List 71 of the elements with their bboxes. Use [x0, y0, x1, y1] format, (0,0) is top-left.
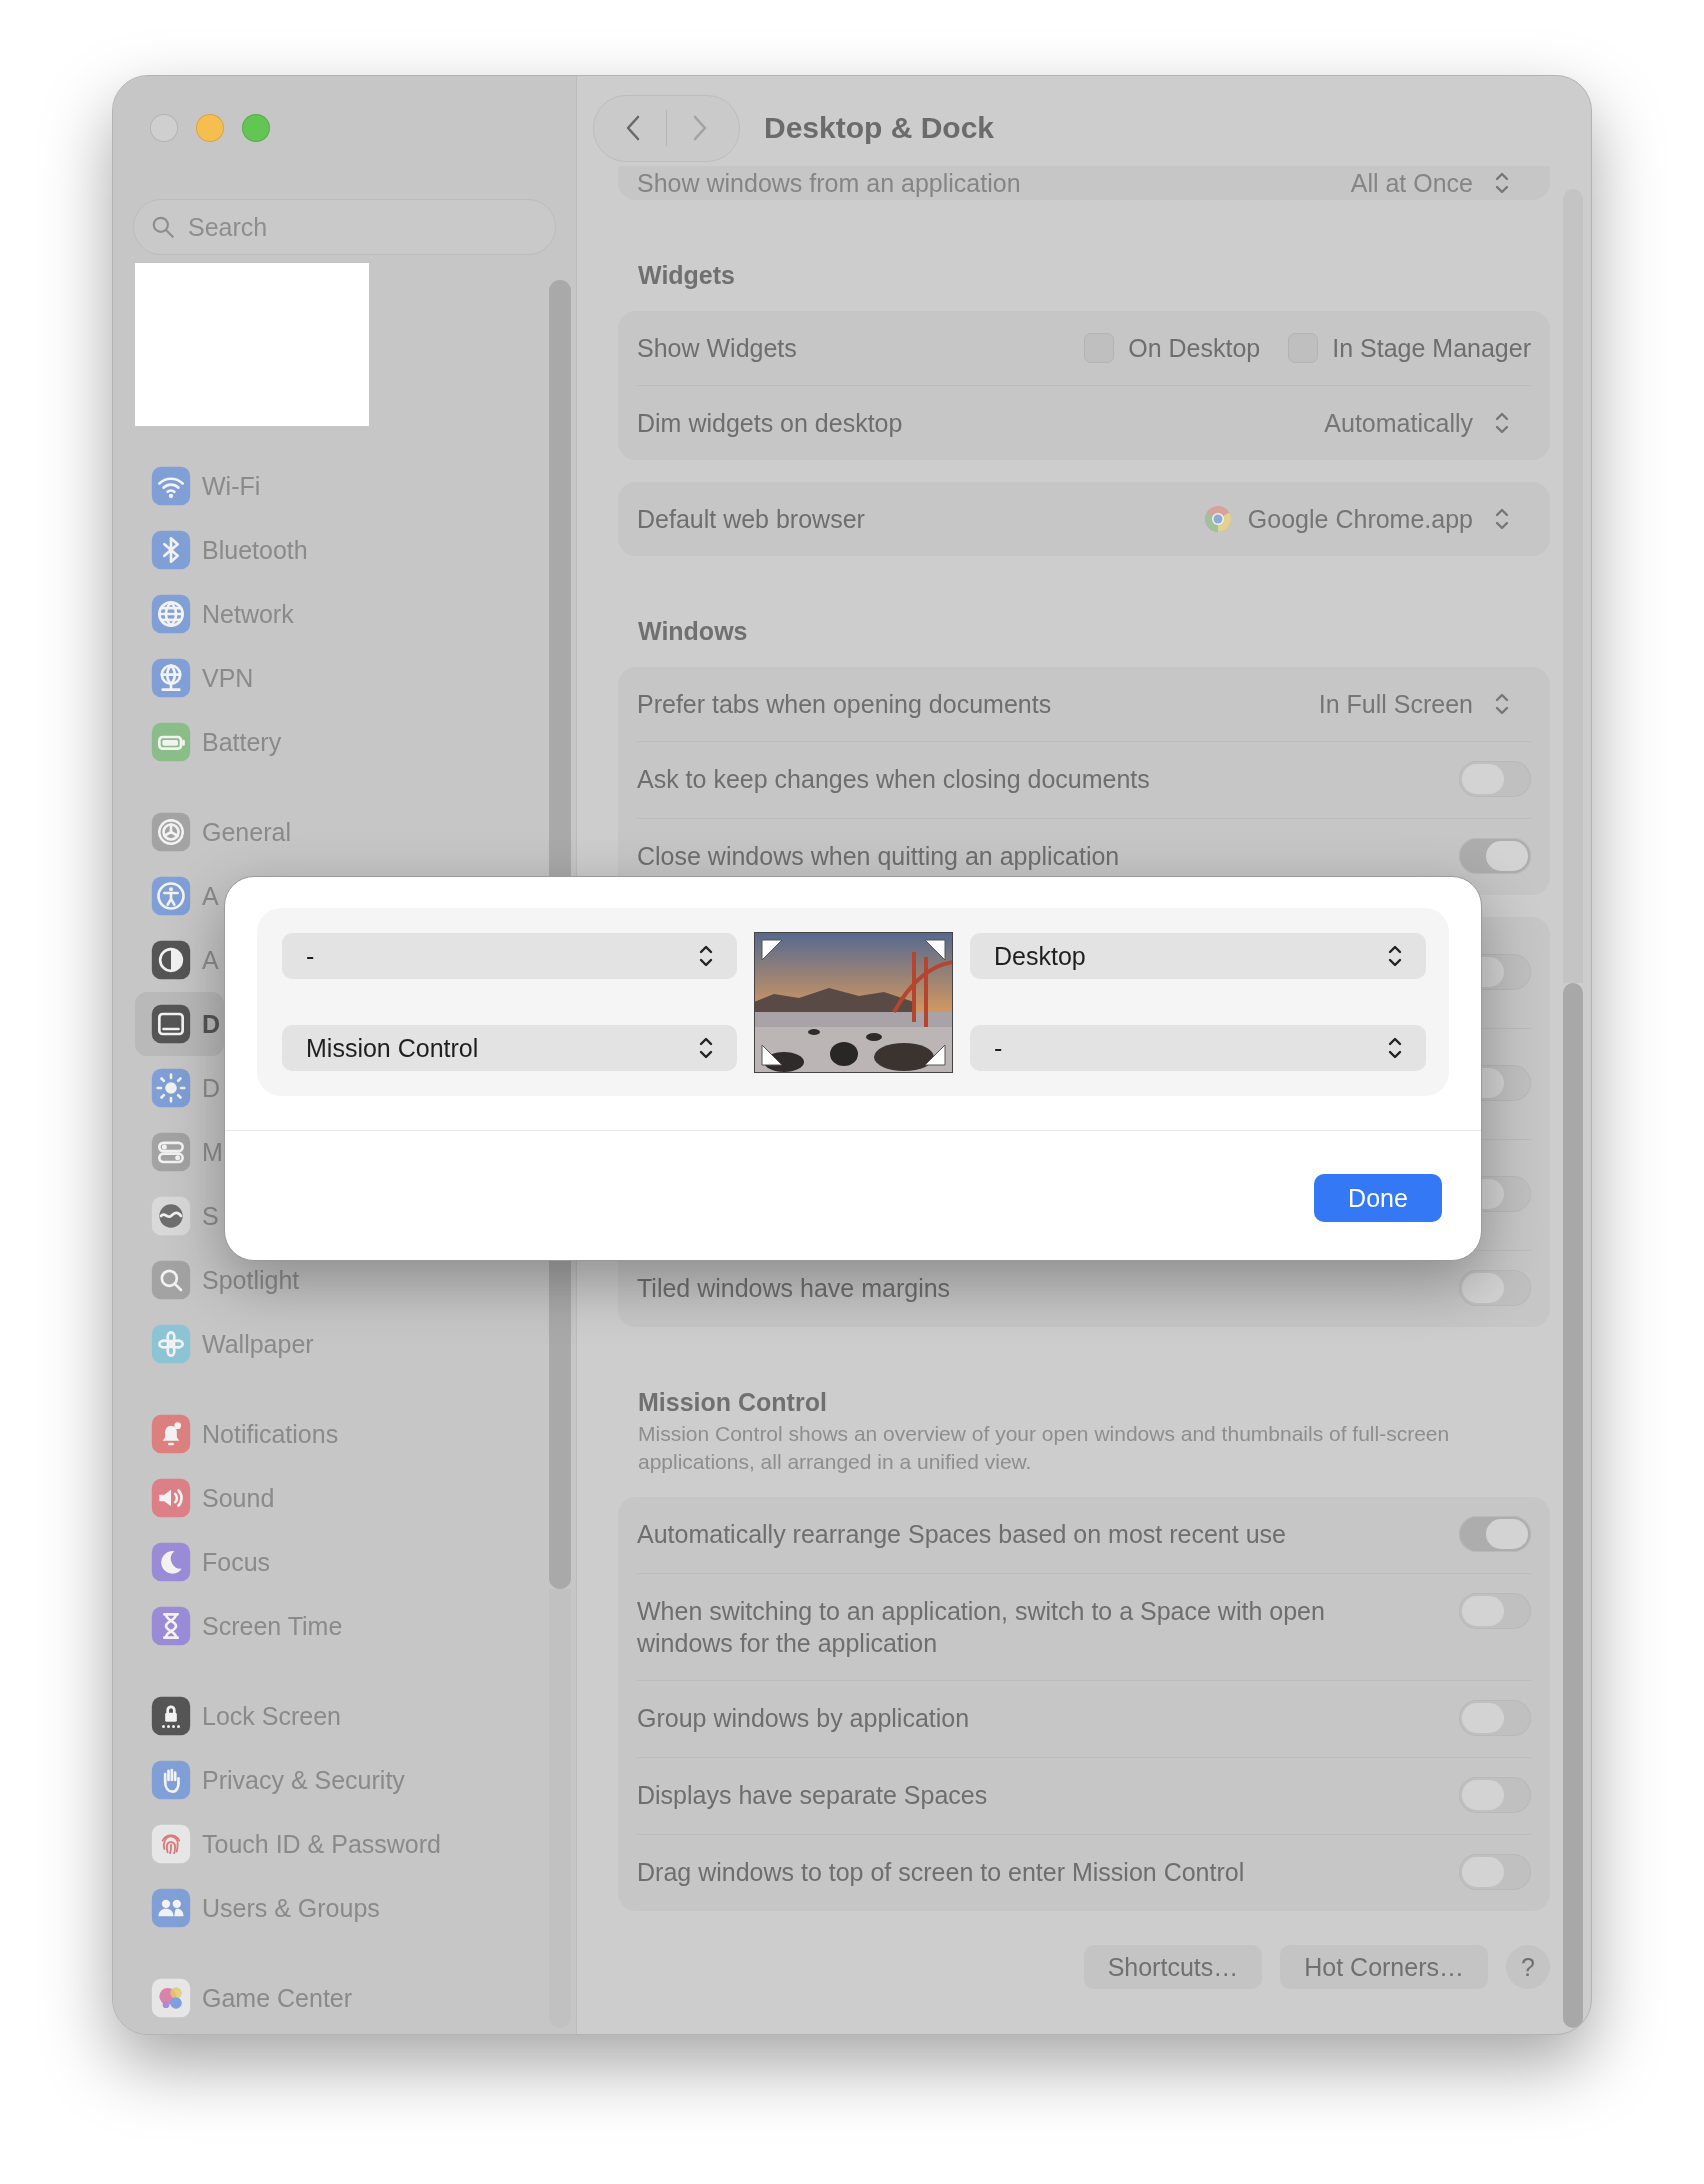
done-button[interactable]: Done: [1314, 1174, 1442, 1222]
push-button[interactable]: Hot Corners…: [1280, 1945, 1488, 1989]
setting-label: Drag windows to top of screen to enter Mission Control: [637, 1857, 1246, 1888]
sidebar-item[interactable]: S: [135, 1184, 223, 1248]
corner-action-popup[interactable]: Mission Control: [282, 1025, 737, 1071]
search-field[interactable]: Search: [133, 199, 556, 255]
corner-marker-icon: [924, 938, 946, 961]
sidebar-item[interactable]: Lock Screen: [135, 1684, 345, 1748]
sidebar-item[interactable]: D: [135, 992, 225, 1056]
toggle-switch[interactable]: [1459, 761, 1531, 797]
toggle-switch[interactable]: [1459, 1777, 1531, 1813]
corner-action-popup[interactable]: -: [282, 933, 737, 979]
window-title: Desktop & Dock: [764, 111, 995, 145]
checkbox-label: In Stage Manager: [1332, 333, 1531, 364]
section-title: Mission Control: [638, 1387, 828, 1417]
search-icon: [150, 214, 176, 240]
sidebar-item[interactable]: VPN: [135, 646, 258, 710]
toggle-switch[interactable]: [1459, 1270, 1531, 1306]
sidebar-item[interactable]: Users & Groups: [135, 1876, 384, 1940]
browser-icon: [1203, 505, 1232, 533]
corner-marker-icon: [761, 1043, 783, 1066]
sidebar-item[interactable]: Focus: [135, 1530, 275, 1594]
setting-label: Group windows by application: [637, 1703, 971, 1734]
zoom-window-button[interactable]: [242, 114, 270, 142]
popup-button[interactable]: All at Once: [1350, 167, 1515, 199]
toggle-switch[interactable]: [1459, 838, 1531, 874]
corner-marker-icon: [761, 938, 783, 961]
popup-button[interactable]: In Full Screen: [1318, 688, 1515, 720]
sidebar-item[interactable]: Battery: [135, 710, 286, 774]
sidebar-item[interactable]: Network: [135, 582, 298, 646]
setting-label: Show Widgets: [637, 333, 798, 364]
setting-label: Prefer tabs when opening documents: [637, 689, 1053, 720]
setting-label: Automatically rearrange Spaces based on most recent use: [637, 1519, 1287, 1550]
setting-label: Tiled windows have margins: [637, 1273, 952, 1304]
sidebar-item[interactable]: Sound: [135, 1466, 279, 1530]
corner-marker-icon: [924, 1043, 946, 1066]
help-button[interactable]: ?: [1506, 1945, 1550, 1989]
setting-label: When switching to an application, switch to a Space with open windows for the application: [637, 1596, 1326, 1659]
checkbox-label: On Desktop: [1128, 333, 1261, 364]
setting-label: Displays have separate Spaces: [637, 1780, 989, 1811]
setting-label: Dim widgets on desktop: [637, 408, 904, 439]
setting-label: Default web browser: [637, 504, 866, 535]
push-button[interactable]: Shortcuts…: [1083, 1945, 1263, 1989]
setting-label: Ask to keep changes when closing documents: [637, 764, 1151, 795]
toggle-switch[interactable]: [1459, 1854, 1531, 1890]
setting-label: Show windows from an application: [637, 168, 1022, 199]
sidebar-item[interactable]: Notifications: [135, 1402, 343, 1466]
sidebar-item[interactable]: Wi-Fi: [135, 454, 265, 518]
section-description: Mission Control shows an overview of your open windows and thumbnails of full-screen applications, all arranged in a unified view.: [638, 1421, 1451, 1475]
sidebar-item[interactable]: Privacy & Security: [135, 1748, 409, 1812]
toggle-switch[interactable]: [1459, 1700, 1531, 1736]
sidebar-item[interactable]: A: [135, 928, 223, 992]
scrollbar-thumb[interactable]: [1563, 983, 1583, 2028]
toggle-switch[interactable]: [1459, 1516, 1531, 1552]
corner-action-popup[interactable]: Desktop: [970, 933, 1426, 979]
toggle-switch[interactable]: [1459, 1593, 1531, 1629]
setting-label: Close windows when quitting an application: [637, 841, 1121, 872]
corner-action-popup[interactable]: -: [970, 1025, 1426, 1071]
sidebar-item[interactable]: Touch ID & Password: [135, 1812, 445, 1876]
minimize-window-button[interactable]: [196, 114, 224, 142]
sidebar-item[interactable]: Bluetooth: [135, 518, 312, 582]
sidebar-item[interactable]: Spotlight: [135, 1248, 304, 1312]
section-title: Windows: [638, 616, 749, 646]
popup-button[interactable]: Google Chrome.app: [1203, 503, 1515, 535]
sidebar-item[interactable]: General: [135, 800, 295, 864]
sidebar-item[interactable]: Game Center: [135, 1966, 357, 2030]
popup-button[interactable]: Automatically: [1324, 407, 1515, 439]
sidebar-item[interactable]: Screen Time: [135, 1594, 347, 1658]
sidebar-item[interactable]: Wallpaper: [135, 1312, 318, 1376]
sidebar-item[interactable]: A: [135, 864, 223, 928]
section-title: Widgets: [638, 260, 736, 290]
